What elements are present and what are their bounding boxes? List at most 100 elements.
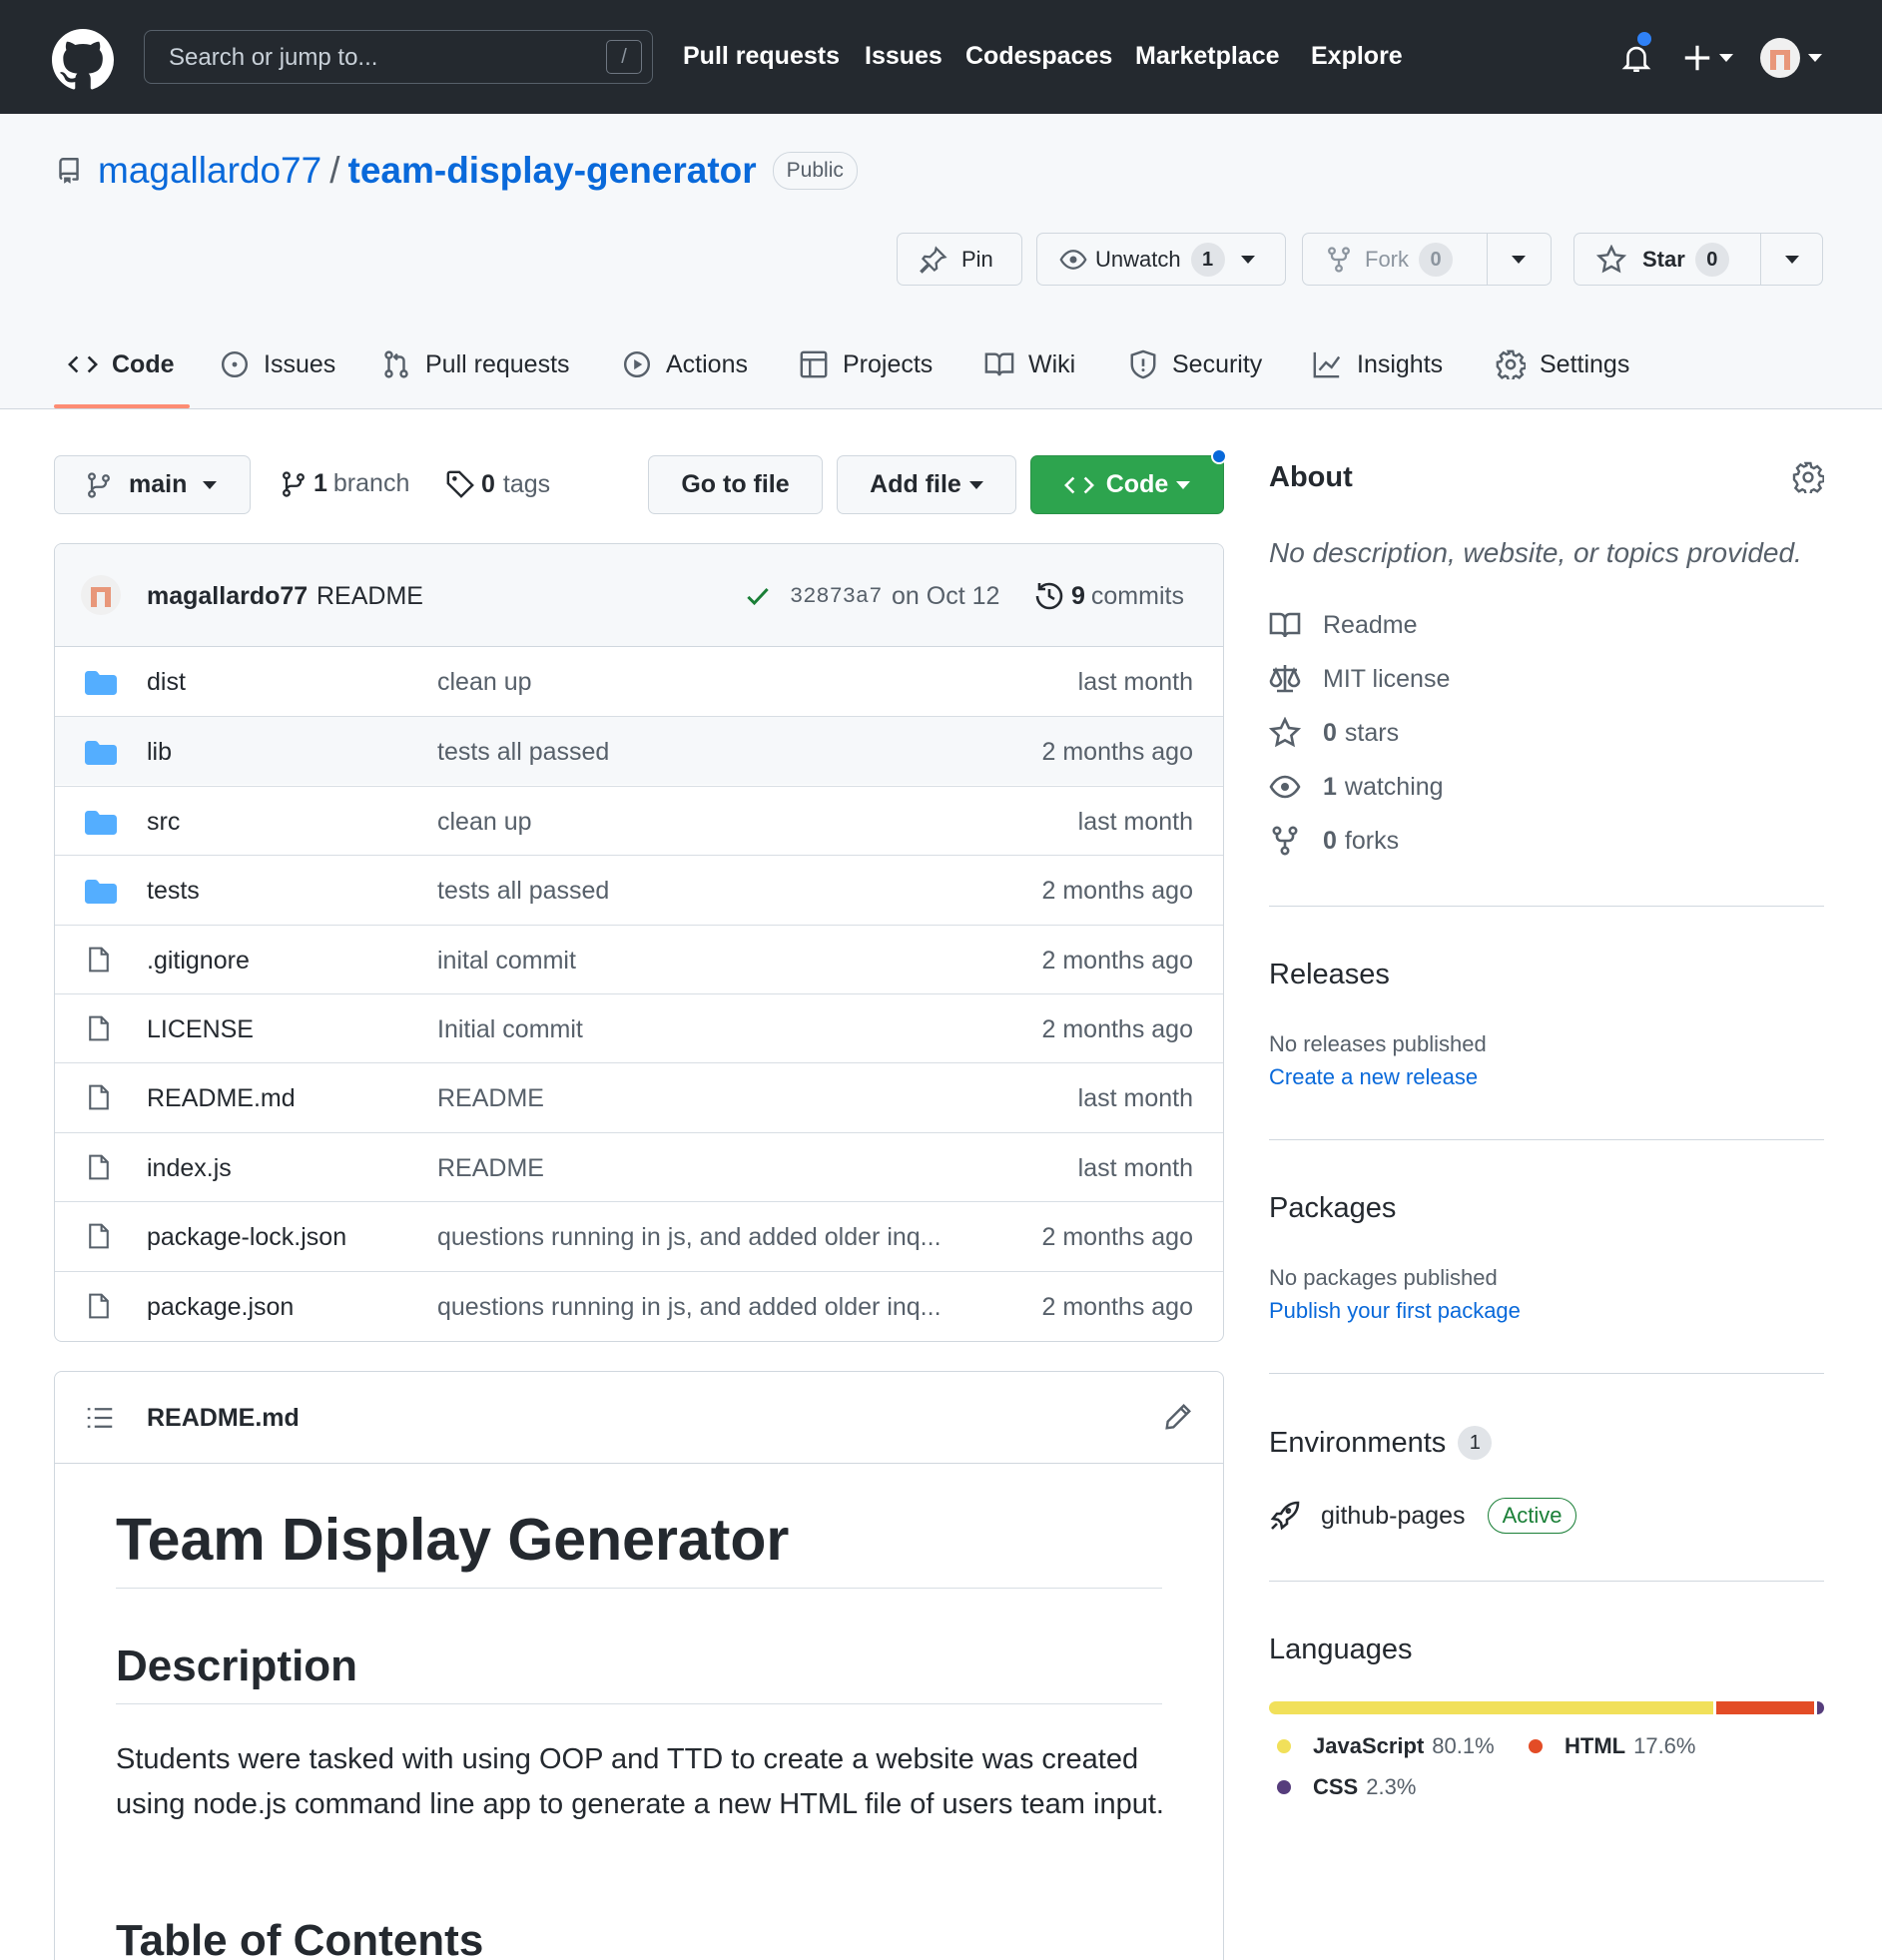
- file-name-link[interactable]: src: [147, 808, 180, 837]
- avatar[interactable]: [81, 575, 121, 615]
- table-row[interactable]: package-lock.json questions running in js…: [55, 1201, 1223, 1270]
- file-commit-message-link[interactable]: questions running in js, and added older…: [437, 1223, 941, 1252]
- law-icon: [1269, 665, 1301, 693]
- watching-link[interactable]: 1 watching: [1269, 771, 1444, 803]
- file-commit-message-link[interactable]: clean up: [437, 808, 532, 837]
- tab-issues[interactable]: Issues: [220, 339, 335, 389]
- commit-message-link[interactable]: README: [316, 582, 423, 611]
- tab-security[interactable]: Security: [1128, 339, 1262, 389]
- language-item[interactable]: CSS 2.3%: [1277, 1774, 1416, 1800]
- search-shortcut-key: /: [606, 40, 642, 74]
- file-name-link[interactable]: package-lock.json: [147, 1223, 346, 1252]
- file-name-link[interactable]: lib: [147, 738, 172, 767]
- tab-code[interactable]: Code: [68, 339, 175, 389]
- language-bar-segment: [1817, 1701, 1824, 1714]
- fork-dropdown-icon[interactable]: [1512, 256, 1526, 264]
- create-release-link[interactable]: Create a new release: [1269, 1064, 1478, 1090]
- table-row[interactable]: index.js README last month: [55, 1131, 1223, 1201]
- commit-author-link[interactable]: magallardo77: [147, 582, 308, 611]
- star-button[interactable]: Star 0: [1596, 242, 1729, 277]
- pin-button[interactable]: Pin: [897, 233, 1022, 286]
- tab-projects[interactable]: Projects: [799, 339, 933, 389]
- chevron-down-icon: [1240, 255, 1255, 264]
- table-row[interactable]: package.json questions running in js, and…: [55, 1270, 1223, 1340]
- file-name-link[interactable]: index.js: [147, 1154, 232, 1183]
- table-row[interactable]: tests tests all passed 2 months ago: [55, 855, 1223, 924]
- search-input[interactable]: Search or jump to... /: [144, 30, 653, 84]
- repo-name-link[interactable]: team-display-generator: [348, 150, 757, 192]
- tab-settings[interactable]: Settings: [1496, 339, 1629, 389]
- table-row[interactable]: LICENSE Initial commit 2 months ago: [55, 993, 1223, 1062]
- file-commit-age: 2 months ago: [1041, 1015, 1194, 1043]
- tab-pull-requests[interactable]: Pull requests: [381, 339, 570, 389]
- star-dropdown-icon[interactable]: [1785, 256, 1799, 264]
- divider: [1269, 906, 1824, 907]
- file-commit-message-link[interactable]: tests all passed: [437, 877, 609, 906]
- file-name-link[interactable]: tests: [147, 877, 200, 906]
- environment-status-badge: Active: [1487, 1498, 1577, 1534]
- nav-explore[interactable]: Explore: [1311, 42, 1403, 71]
- create-new-button[interactable]: [1683, 44, 1733, 72]
- nav-marketplace[interactable]: Marketplace: [1135, 42, 1280, 71]
- commits-history-link[interactable]: 9 commits: [1033, 580, 1184, 612]
- tab-wiki[interactable]: Wiki: [984, 339, 1075, 389]
- releases-title[interactable]: Releases: [1269, 959, 1390, 991]
- gear-icon[interactable]: [1792, 461, 1824, 493]
- github-logo-icon[interactable]: [52, 29, 114, 91]
- table-row[interactable]: .gitignore inital commit 2 months ago: [55, 924, 1223, 993]
- tab-insights[interactable]: Insights: [1311, 339, 1443, 389]
- table-row[interactable]: dist clean up last month: [55, 647, 1223, 716]
- table-row[interactable]: README.md README last month: [55, 1062, 1223, 1131]
- pencil-icon[interactable]: [1163, 1402, 1193, 1432]
- file-commit-message-link[interactable]: inital commit: [437, 947, 576, 976]
- repo-owner-link[interactable]: magallardo77: [98, 150, 321, 192]
- file-commit-message-link[interactable]: README: [437, 1084, 544, 1113]
- releases-empty-text: No releases published: [1269, 1031, 1487, 1056]
- table-row[interactable]: src clean up last month: [55, 785, 1223, 855]
- file-commit-message-link[interactable]: README: [437, 1154, 544, 1183]
- unwatch-button[interactable]: Unwatch 1: [1036, 233, 1286, 286]
- commit-sha-link[interactable]: 32873a7: [790, 584, 882, 609]
- language-percent: 17.6%: [1633, 1733, 1696, 1758]
- notifications-button[interactable]: [1619, 30, 1653, 76]
- tags-link[interactable]: 0 tags: [445, 469, 550, 499]
- packages-title[interactable]: Packages: [1269, 1192, 1396, 1225]
- file-commit-message-link[interactable]: tests all passed: [437, 738, 609, 767]
- publish-package-link[interactable]: Publish your first package: [1269, 1298, 1521, 1324]
- add-file-button[interactable]: Add file: [837, 455, 1016, 514]
- nav-pull-requests[interactable]: Pull requests: [683, 42, 840, 71]
- file-name-link[interactable]: package.json: [147, 1293, 294, 1322]
- table-row[interactable]: lib tests all passed 2 months ago: [55, 716, 1223, 786]
- active-tab-underline: [54, 404, 190, 408]
- fork-button[interactable]: Fork 0: [1325, 242, 1453, 277]
- tab-actions-label: Actions: [666, 349, 748, 378]
- go-to-file-button[interactable]: Go to file: [648, 455, 823, 514]
- file-name-link[interactable]: README.md: [147, 1084, 296, 1113]
- nav-issues[interactable]: Issues: [865, 42, 942, 71]
- license-link[interactable]: MIT license: [1269, 663, 1450, 695]
- language-item[interactable]: JavaScript 80.1%: [1277, 1733, 1495, 1759]
- file-commit-message-link[interactable]: questions running in js, and added older…: [437, 1293, 941, 1322]
- forks-link[interactable]: 0 forks: [1269, 825, 1399, 857]
- readme-link[interactable]: Readme: [1269, 609, 1418, 641]
- pin-icon: [920, 245, 947, 274]
- nav-codespaces[interactable]: Codespaces: [965, 42, 1112, 71]
- environments-heading[interactable]: Environments 1: [1269, 1426, 1493, 1460]
- branches-link[interactable]: 1 branch: [280, 469, 409, 498]
- file-commit-age: last month: [1077, 668, 1193, 696]
- file-name-link[interactable]: LICENSE: [147, 1015, 254, 1044]
- file-name-link[interactable]: .gitignore: [147, 947, 250, 976]
- file-commit-message-link[interactable]: clean up: [437, 668, 532, 697]
- list-icon[interactable]: [85, 1404, 115, 1432]
- language-item[interactable]: HTML 17.6%: [1529, 1733, 1695, 1759]
- environment-item[interactable]: github-pages Active: [1269, 1498, 1577, 1534]
- user-menu-button[interactable]: [1760, 38, 1822, 78]
- stars-link[interactable]: 0 stars: [1269, 717, 1399, 749]
- tab-projects-label: Projects: [843, 349, 934, 378]
- file-commit-message-link[interactable]: Initial commit: [437, 1015, 583, 1044]
- file-name-link[interactable]: dist: [147, 668, 186, 697]
- branch-selector-button[interactable]: main: [54, 455, 251, 514]
- code-button[interactable]: Code: [1030, 448, 1227, 514]
- tab-actions[interactable]: Actions: [622, 339, 748, 389]
- file-commit-age: 2 months ago: [1041, 738, 1194, 767]
